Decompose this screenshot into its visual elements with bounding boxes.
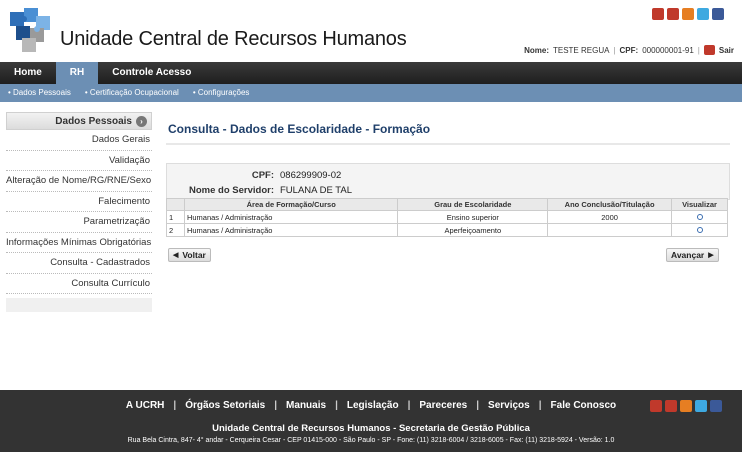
footer-address: Rua Bela Cintra, 847- 4° andar - Cerquei… (127, 437, 615, 444)
header: Unidade Central de Recursos Humanos Nome… (0, 0, 742, 62)
sidebar-item-informacoes[interactable]: Informações Mínimas Obrigatórias (6, 233, 152, 253)
footer: A UCRH | Órgãos Setoriais | Manuais | Legis… (0, 390, 742, 452)
youtube-icon[interactable] (652, 8, 664, 20)
footer-org: Unidade Central de Recursos Humanos - Se… (212, 423, 530, 434)
servant-cpf-label: CPF: (251, 170, 274, 181)
row-number: 1 (166, 210, 185, 224)
cpf-value: 000000001-91 (642, 45, 694, 55)
sidebar: Dados Pessoais › Dados Gerais Validação … (6, 112, 152, 312)
sidebar-item-parametrizacao[interactable]: Parametrização (6, 212, 152, 233)
row-ano: 2000 (547, 210, 673, 224)
user-separator: | (613, 45, 616, 55)
footer-link-servicos[interactable]: Serviços (479, 400, 539, 411)
app-title: Unidade Central de Recursos Humanos (60, 28, 407, 50)
cpf-label: CPF: (619, 45, 639, 55)
sidebar-item-alteracao[interactable]: Alteração de Nome/RG/RNE/Sexo (6, 171, 152, 192)
tab-home[interactable]: Home (0, 62, 56, 84)
row-number: 2 (166, 223, 185, 237)
blogger-icon[interactable] (682, 8, 694, 20)
table-header-row: Área de Formação/Curso Grau de Escolarid… (166, 198, 728, 211)
sidebar-header[interactable]: Dados Pessoais › (6, 112, 152, 130)
education-table: Área de Formação/Curso Grau de Escolarid… (166, 198, 728, 237)
main-content: Consulta - Dados de Escolaridade - Forma… (166, 118, 730, 200)
sidebar-item-falecimento[interactable]: Falecimento (6, 192, 152, 212)
user-name: TESTE REGUA (552, 45, 610, 55)
col-number (166, 198, 185, 211)
row-ano (547, 223, 673, 237)
sidebar-header-label: Dados Pessoais (55, 115, 132, 127)
vimeo-icon[interactable] (667, 8, 679, 20)
servant-cpf-value: 086299909-02 (280, 170, 342, 181)
row-grau: Aperfeiçoamento (397, 223, 549, 237)
row-area: Humanas / Administração (183, 223, 399, 237)
row-visualizar[interactable] (671, 223, 728, 237)
subnav-configuracoes[interactable]: Configurações (193, 84, 250, 102)
footer-nav: A UCRH | Órgãos Setoriais | Manuais | Legis… (0, 390, 742, 420)
footer-link-fale-conosco[interactable]: Fale Conosco (542, 400, 626, 411)
subnav-dados-pessoais[interactable]: Dados Pessoais (8, 84, 71, 102)
server-row: Nome do Servidor: FULANA DE TAL (167, 185, 352, 196)
facebook-icon[interactable] (712, 8, 724, 20)
back-label: Voltar (182, 250, 206, 260)
footer-info: Unidade Central de Recursos Humanos - Se… (0, 423, 742, 444)
sidebar-item-validacao[interactable]: Validação (6, 151, 152, 171)
footer-link-manuais[interactable]: Manuais (277, 400, 335, 411)
sidebar-item-consulta-cadastrados[interactable]: Consulta - Cadastrados (6, 253, 152, 274)
table-row: 1 Humanas / Administração Ensino superio… (166, 210, 728, 224)
chevron-right-icon: › (136, 115, 147, 127)
next-button[interactable]: Avançar ▶ (666, 248, 719, 262)
servant-info-box: CPF: 086299909-02 Nome do Servidor: FULA… (166, 163, 730, 200)
footer-link-ucrh[interactable]: A UCRH (117, 400, 174, 411)
sidebar-footer (6, 298, 152, 312)
page-title: Consulta - Dados de Escolaridade - Forma… (166, 118, 730, 145)
facebook-icon[interactable] (710, 400, 722, 412)
tab-controle-acesso[interactable]: Controle Acesso (98, 62, 205, 84)
magnifier-icon[interactable] (696, 213, 703, 220)
cpf-row: CPF: 086299909-02 (167, 170, 341, 181)
footer-link-legislacao[interactable]: Legislação (338, 400, 408, 411)
blogger-icon[interactable] (680, 400, 692, 412)
footer-link-orgaos[interactable]: Órgãos Setoriais (176, 400, 274, 411)
magnifier-icon[interactable] (696, 226, 703, 233)
triangle-left-icon: ◀ (173, 252, 179, 259)
exit-link[interactable]: Sair (719, 46, 734, 55)
twitter-icon[interactable] (695, 400, 707, 412)
header-social-icons (652, 8, 724, 20)
footer-social-icons (650, 400, 722, 412)
table-row: 2 Humanas / Administração Aperfeiçoament… (166, 223, 728, 237)
footer-link-pareceres[interactable]: Pareceres (410, 400, 476, 411)
col-visualizar: Visualizar (671, 198, 728, 211)
col-area: Área de Formação/Curso (183, 198, 399, 211)
puzzle-logo-icon (10, 8, 50, 52)
youtube-icon[interactable] (650, 400, 662, 412)
top-navigation: Home RH Controle Acesso (0, 62, 742, 84)
twitter-icon[interactable] (697, 8, 709, 20)
back-button[interactable]: ◀ Voltar (168, 248, 211, 262)
server-name-value: FULANA DE TAL (280, 185, 352, 196)
user-label: Nome: (524, 45, 549, 55)
sub-navigation: Dados Pessoais Certificação Ocupacional … (0, 84, 742, 102)
col-grau: Grau de Escolaridade (397, 198, 549, 211)
col-ano: Ano Conclusão/Titulação (547, 198, 673, 211)
subnav-certificacao[interactable]: Certificação Ocupacional (85, 84, 179, 102)
next-label: Avançar (671, 250, 705, 260)
exit-separator: | (697, 45, 700, 55)
triangle-right-icon: ▶ (708, 252, 714, 259)
exit-icon[interactable] (703, 45, 715, 55)
tab-rh[interactable]: RH (55, 62, 99, 84)
user-bar: Nome: TESTE REGUA | CPF: 000000001-91 | … (524, 45, 734, 55)
sidebar-item-consulta-curriculo[interactable]: Consulta Currículo (6, 274, 152, 294)
row-area: Humanas / Administração (183, 210, 399, 224)
server-name-label: Nome do Servidor: (189, 185, 274, 196)
vimeo-icon[interactable] (665, 400, 677, 412)
sidebar-item-dados-gerais[interactable]: Dados Gerais (6, 130, 152, 151)
row-visualizar[interactable] (671, 210, 728, 224)
row-grau: Ensino superior (397, 210, 549, 224)
